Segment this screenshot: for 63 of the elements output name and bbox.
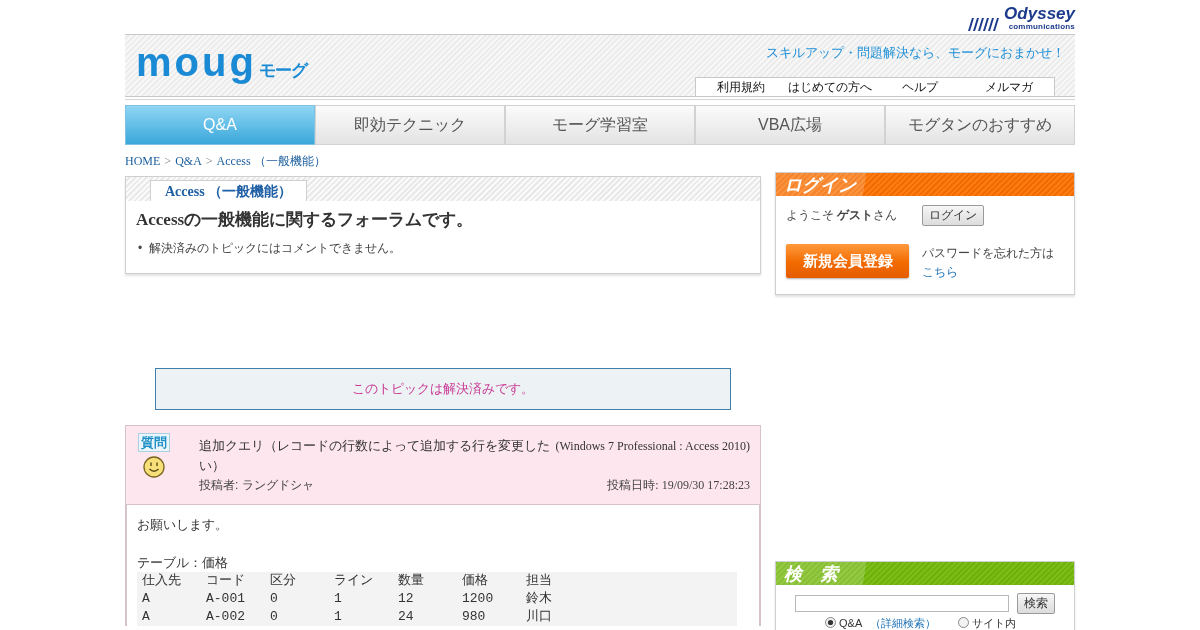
question-badge: 質問	[138, 433, 170, 452]
welcome-text: ようこそ ゲストさん	[786, 207, 899, 224]
advanced-search-link[interactable]: （詳細検索）	[870, 615, 937, 630]
code-cell-text: 24	[398, 608, 415, 626]
topic-environment: (Windows 7 Professional : Access 2010)	[555, 438, 750, 455]
post-paragraph: お願いします。	[137, 516, 229, 534]
topic-date: 投稿日時: 19/09/30 17:28:23	[607, 477, 750, 494]
forgot-password-link[interactable]: こちら	[922, 263, 958, 281]
radio-button[interactable]	[958, 617, 970, 628]
nav-tab[interactable]: VBA広場	[695, 105, 885, 145]
forgot-password-text: パスワードを忘れた方は	[922, 245, 1055, 262]
utility-link[interactable]: はじめての方へ	[785, 78, 875, 96]
post-paragraph: テーブル：価格	[137, 554, 229, 572]
partner-logo-name: Odyssey	[1004, 5, 1075, 22]
breadcrumb-separator: >	[164, 154, 172, 169]
code-cell-text: A-002	[206, 608, 246, 626]
nav-tab[interactable]: モグタンのおすすめ	[885, 105, 1075, 145]
code-cell-text: 仕入先	[142, 572, 182, 590]
code-cell-text: 川口	[526, 608, 553, 626]
code-cell-text: 1	[334, 590, 343, 608]
code-cell-text: 0	[270, 608, 279, 626]
bullet-marker: •	[138, 240, 143, 257]
radio-label[interactable]: Q&A	[839, 615, 863, 630]
code-cell-text: 980	[462, 608, 487, 626]
search-button[interactable]: 検索	[1017, 593, 1055, 614]
forum-tab[interactable]: Access （一般機能）	[150, 180, 308, 201]
smiley-face-icon	[143, 456, 165, 478]
code-cell-text: A-001	[206, 590, 246, 608]
search-field[interactable]	[795, 595, 1009, 612]
resolved-notice: このトピックは解決済みです。	[155, 368, 731, 410]
code-cell-text: 0	[270, 590, 279, 608]
nav-tab[interactable]: モーグ学習室	[505, 105, 695, 145]
topic-author: 投稿者: ラングドシャ	[199, 477, 314, 494]
code-cell-text: 価格	[462, 572, 489, 590]
utility-link[interactable]: ヘルプ	[875, 78, 965, 96]
breadcrumb-link[interactable]: HOME	[125, 154, 161, 169]
code-cell-text: 1	[334, 608, 343, 626]
code-cell-text: ライン	[334, 572, 374, 590]
radio-label[interactable]: サイト内	[972, 615, 1017, 630]
topic-title: 追加クエリ（レコードの行数によって追加する行を変更したい）	[199, 437, 551, 475]
catchphrase: スキルアップ・問題解決なら、モーグにおまかせ！	[766, 45, 1065, 62]
partner-logo-tagline: communications	[1008, 21, 1075, 31]
forum-note: 解決済みのトピックにはコメントできません。	[149, 240, 402, 257]
login-title: ログイン	[784, 173, 856, 197]
breadcrumb-link[interactable]: Q&A	[175, 154, 202, 169]
code-cell-text: コード	[206, 572, 246, 590]
code-cell-text: 1200	[462, 590, 495, 608]
breadcrumb-link[interactable]: Access （一般機能）	[216, 153, 326, 170]
utility-link[interactable]: メルマガ	[964, 78, 1054, 96]
code-cell-text: 12	[398, 590, 415, 608]
code-cell-text: 区分	[270, 572, 297, 590]
login-button[interactable]: ログイン	[922, 205, 984, 226]
code-cell-text: 担当	[526, 572, 553, 590]
code-cell-text: A	[142, 608, 151, 626]
code-cell-text: 数量	[398, 572, 425, 590]
code-cell-text: A	[142, 590, 151, 608]
breadcrumb-separator: >	[205, 154, 213, 169]
search-title: 検 索	[784, 562, 838, 586]
radio-button[interactable]	[825, 617, 836, 628]
forum-heading: Accessの一般機能に関するフォーラムです。	[136, 209, 475, 231]
utility-link[interactable]: 利用規約	[696, 78, 786, 96]
code-cell-text: 鈴木	[526, 590, 553, 608]
nav-tab[interactable]: 即効テクニック	[315, 105, 505, 145]
